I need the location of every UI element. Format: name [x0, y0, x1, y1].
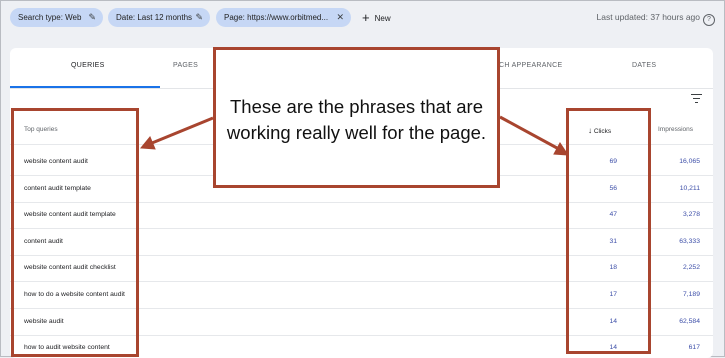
- annotation-callout: These are the phrases that are working r…: [213, 47, 500, 188]
- arrow-to-queries: [140, 116, 214, 150]
- callout-line-2: working really well for the page.: [226, 122, 487, 143]
- callout-line-1: These are the phrases that are: [230, 96, 483, 117]
- arrow-to-clicks: [499, 115, 569, 156]
